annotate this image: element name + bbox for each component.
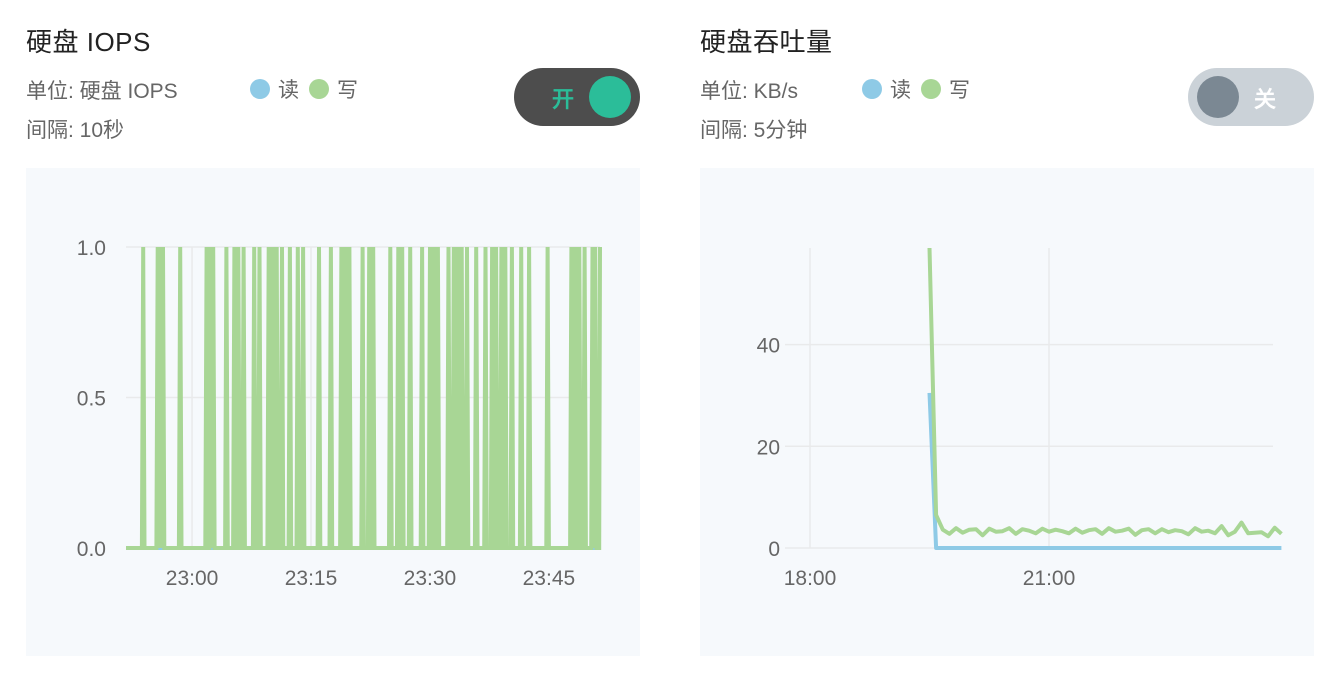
iops-legend: 读 写 <box>250 74 368 104</box>
y-tick-label: 1.0 <box>77 237 106 260</box>
x-tick-label: 23:30 <box>404 567 457 590</box>
legend-write-label: 写 <box>337 79 358 102</box>
x-tick-label: 18:00 <box>784 567 837 590</box>
toggle-knob[interactable] <box>589 76 631 118</box>
throughput-chart-area: 18:00 21:00 0 20 40 <box>700 168 1314 656</box>
iops-chart: 0.0 0.5 1.0 23:00 23:15 23:30 23:45 <box>77 237 602 590</box>
iops-chart-area: 0.0 0.5 1.0 23:00 23:15 23:30 23:45 <box>26 168 640 656</box>
series-read-line <box>927 392 1282 550</box>
y-tick-label: 20 <box>757 436 780 459</box>
throughput-toggle-switch[interactable]: 关 <box>1188 68 1314 126</box>
throughput-chart: 18:00 21:00 0 20 40 <box>757 247 1283 590</box>
legend-read-label: 读 <box>278 79 299 102</box>
read-legend-dot-icon <box>862 79 882 99</box>
throughput-unit-label: 单位: KB/s <box>700 80 799 103</box>
legend-write-label: 写 <box>949 79 970 102</box>
throughput-title: 硬盘吞吐量 <box>700 27 833 57</box>
y-tick-label: 40 <box>757 335 780 358</box>
y-tick-label: 0 <box>768 538 780 561</box>
iops-interval-label: 间隔: 10秒 <box>26 119 125 142</box>
toggle-on-label: 开 <box>552 87 575 112</box>
y-tick-label: 0.5 <box>77 388 106 411</box>
iops-toggle-switch[interactable]: 开 <box>514 68 640 126</box>
read-legend-dot-icon <box>250 79 270 99</box>
x-tick-label: 23:00 <box>166 567 219 590</box>
x-tick-label: 23:45 <box>523 567 576 590</box>
write-legend-dot-icon <box>309 79 329 99</box>
iops-unit-label: 单位: 硬盘 IOPS <box>26 80 178 103</box>
write-legend-dot-icon <box>921 79 941 99</box>
toggle-knob[interactable] <box>1197 76 1239 118</box>
x-tick-label: 21:00 <box>1023 567 1076 590</box>
y-tick-label: 0.0 <box>77 538 106 561</box>
legend-read-label: 读 <box>890 79 911 102</box>
iops-title: 硬盘 IOPS <box>26 27 151 57</box>
iops-panel: 硬盘 IOPS 单位: 硬盘 IOPS 间隔: 10秒 读 写 开 0.0 0.5… <box>0 0 640 680</box>
toggle-off-label: 关 <box>1254 87 1277 112</box>
x-tick-label: 23:15 <box>285 567 338 590</box>
throughput-panel: 硬盘吞吐量 单位: KB/s 间隔: 5分钟 读 写 关 18:00 21:00 0… <box>674 0 1314 680</box>
throughput-legend: 读 写 <box>862 74 980 104</box>
throughput-interval-label: 间隔: 5分钟 <box>700 119 808 142</box>
series-write-line <box>927 247 1283 539</box>
